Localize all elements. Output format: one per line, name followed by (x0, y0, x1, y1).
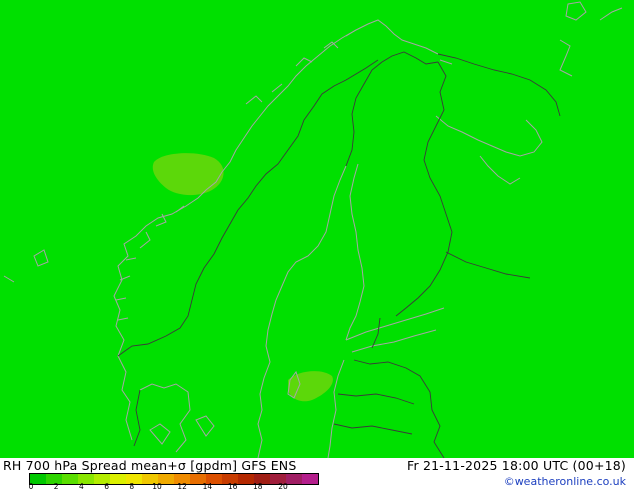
map-title: RH 700 hPa Spread mean+σ [gpdm] GFS ENS (3, 458, 297, 473)
weather-map (0, 0, 634, 458)
credit-link[interactable]: ©weatheronline.co.uk (504, 475, 626, 488)
map-footer: RH 700 hPa Spread mean+σ [gpdm] GFS ENS … (0, 458, 634, 491)
map-datetime: Fr 21-11-2025 18:00 UTC (00+18) (407, 458, 626, 473)
